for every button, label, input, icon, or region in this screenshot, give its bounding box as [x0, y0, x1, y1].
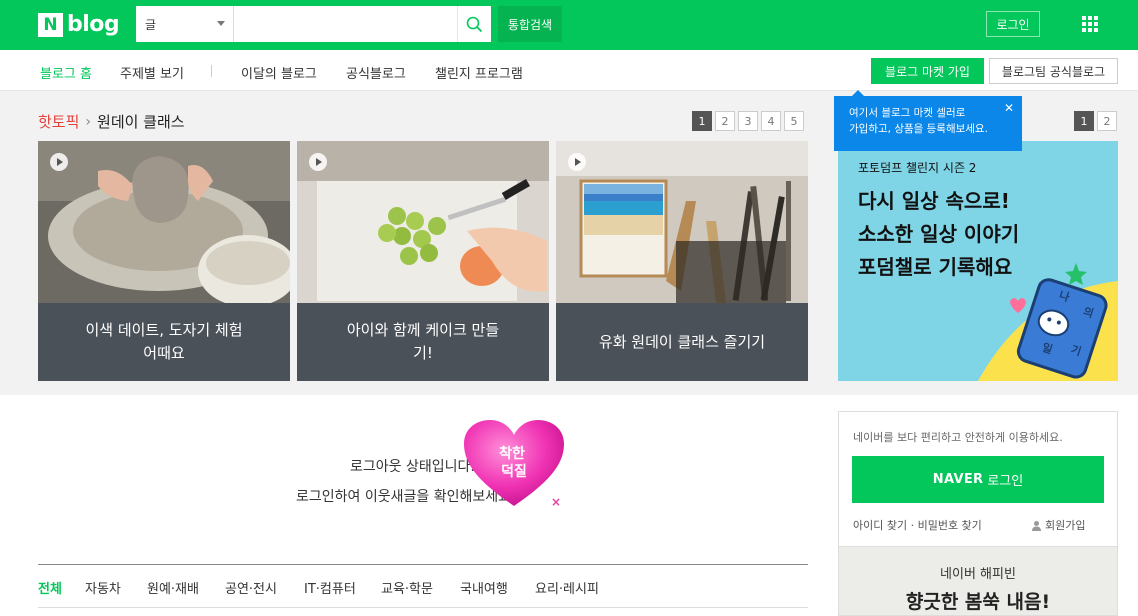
promo-subtitle: 포토덤프 챌린지 시즌 2: [858, 161, 977, 175]
category-all[interactable]: 전체: [38, 578, 62, 597]
page-5[interactable]: 5: [784, 111, 804, 131]
login-box-message: 네이버를 보다 편리하고 안전하게 이용하세요.: [853, 431, 1063, 444]
search-box: 글: [136, 6, 491, 42]
search-input[interactable]: [234, 6, 457, 42]
hot-topic-card-pottery[interactable]: 이색 데이트, 도자기 체험 어때요: [38, 141, 290, 381]
hot-topic-name[interactable]: 원데이 클래스: [97, 111, 185, 132]
logout-status-text: 로그아웃 상태입니다.: [350, 459, 475, 475]
card-caption: 유화 원데이 클래스 즐기기: [556, 303, 808, 381]
nav-blog-home[interactable]: 블로그 홈: [40, 63, 92, 82]
apps-grid-icon[interactable]: [1082, 16, 1098, 32]
page-2[interactable]: 2: [715, 111, 735, 131]
page-1[interactable]: 1: [692, 111, 712, 131]
video-play-icon: [309, 153, 327, 171]
blog-market-join-button[interactable]: 블로그 마켓 가입: [871, 58, 984, 84]
category-it[interactable]: IT·컴퓨터: [304, 578, 356, 597]
login-button-label: 로그인: [987, 474, 1024, 489]
nav-topics[interactable]: 주제별 보기: [120, 63, 184, 82]
promo-line-3: 포덤챌로 기록해요: [858, 255, 1013, 279]
video-play-icon: [568, 153, 586, 171]
logo-n-mark: N: [38, 12, 63, 37]
user-icon: [1032, 520, 1041, 531]
hot-topic-pager: 1 2 3 4 5: [692, 111, 807, 131]
naver-wordmark: NAVER: [932, 472, 984, 487]
card-caption: 아이와 함께 케이크 만들기!: [297, 303, 549, 381]
page-3[interactable]: 3: [738, 111, 758, 131]
hot-topic-label[interactable]: 핫토픽: [38, 111, 79, 132]
promo-pager: 1 2: [1074, 111, 1120, 131]
happybean-headline: 향긋한 봄쑥 내음!: [905, 591, 1051, 613]
naver-login-button[interactable]: NAVER 로그인: [852, 456, 1104, 503]
nav-challenge-program[interactable]: 챌린지 프로그램: [435, 63, 523, 82]
blog-team-official-button[interactable]: 블로그팀 공식블로그: [989, 58, 1118, 84]
pottery-photo: [38, 141, 290, 303]
promo-line-1: 다시 일상 속으로!: [858, 189, 1010, 213]
video-play-icon: [50, 153, 68, 171]
find-id-password-links[interactable]: 아이디 찾기 · 비밀번호 찾기: [853, 517, 982, 533]
naver-login-box: 네이버를 보다 편리하고 안전하게 이용하세요. NAVER 로그인 아이디 찾…: [838, 411, 1118, 547]
naver-blog-logo[interactable]: N blog: [38, 12, 120, 37]
integrated-search-button[interactable]: 통합검색: [498, 6, 562, 42]
promo-line-2: 소소한 일상 이야기: [858, 222, 1020, 246]
search-category-value: 글: [145, 17, 157, 32]
promo-headline: 다시 일상 속으로! 소소한 일상 이야기 포덤챌로 기록해요: [858, 185, 1019, 284]
category-gardening[interactable]: 원예·재배: [147, 578, 199, 597]
chevron-down-icon: [217, 21, 225, 26]
close-icon[interactable]: ×: [551, 495, 561, 509]
heart-text-line-2: 덕질: [501, 463, 527, 480]
nav-blog-of-month[interactable]: 이달의 블로그: [241, 63, 317, 82]
tooltip-line-1: 여기서 블로그 마켓 셀러로: [849, 107, 966, 119]
category-education[interactable]: 교육·학문: [381, 578, 433, 597]
logo-text: blog: [67, 12, 120, 37]
sign-up-label: 회원가입: [1045, 519, 1086, 532]
top-header: N blog 글 통합검색 로그인: [0, 0, 1138, 50]
page-4[interactable]: 4: [761, 111, 781, 131]
search-category-select[interactable]: 글: [136, 6, 234, 42]
photo-dump-challenge-banner[interactable]: 나 의 일 기 포토덤프 챌린지 시즌 2 다시 일상 속으로! 소소한 일상 …: [838, 141, 1118, 381]
login-button[interactable]: 로그인: [986, 11, 1040, 37]
sign-up-link[interactable]: 회원가입: [1031, 517, 1085, 533]
cake-making-photo: [297, 141, 549, 303]
oil-painting-photo: [556, 141, 808, 303]
happybean-title: 네이버 해피빈: [940, 567, 1016, 582]
hot-topic-title: 핫토픽 › 원데이 클래스: [38, 111, 185, 132]
search-button[interactable]: [457, 6, 491, 42]
card-caption: 이색 데이트, 도자기 체험 어때요: [38, 303, 290, 381]
tooltip-line-2: 가입하고, 상품을 등록해보세요.: [849, 123, 988, 135]
nav-divider: [211, 65, 212, 77]
category-domestic-travel[interactable]: 국내여행: [460, 578, 508, 597]
category-tabs: 전체 자동차 원예·재배 공연·전시 IT·컴퓨터 교육·학문 국내여행 요리·…: [38, 564, 808, 608]
sub-navigation: 블로그 홈 주제별 보기 이달의 블로그 공식블로그 챌린지 프로그램 블로그 …: [0, 50, 1138, 91]
category-performance[interactable]: 공연·전시: [225, 578, 277, 597]
promo-page-2[interactable]: 2: [1097, 111, 1117, 131]
hot-topic-card-cake[interactable]: 아이와 함께 케이크 만들기!: [297, 141, 549, 381]
search-icon: [466, 16, 483, 32]
category-cooking[interactable]: 요리·레시피: [535, 578, 599, 597]
close-icon[interactable]: ✕: [1004, 100, 1014, 116]
hot-topic-card-painting[interactable]: 유화 원데이 클래스 즐기기: [556, 141, 808, 381]
market-seller-tooltip: 여기서 블로그 마켓 셀러로 가입하고, 상품을 등록해보세요. ✕: [834, 90, 1022, 151]
category-car[interactable]: 자동차: [85, 578, 121, 597]
promo-page-1[interactable]: 1: [1074, 111, 1094, 131]
happybean-panel[interactable]: 네이버 해피빈 향긋한 봄쑥 내음!: [838, 547, 1118, 616]
heart-text-line-1: 착한: [499, 445, 525, 462]
chevron-right-icon: ›: [85, 113, 92, 130]
nav-official-blogs[interactable]: 공식블로그: [346, 63, 406, 82]
